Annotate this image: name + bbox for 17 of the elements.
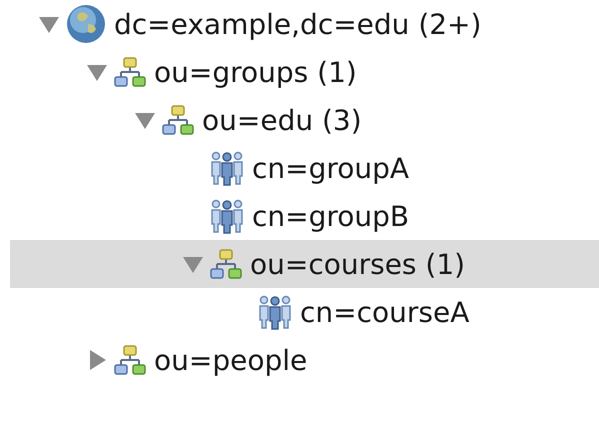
org-chart-icon: [114, 344, 146, 376]
tree-item-label[interactable]: dc=example,dc=edu (2+): [114, 8, 482, 40]
tree-item-label[interactable]: cn=groupB: [252, 200, 410, 232]
org-chart-icon: [114, 56, 146, 88]
tree-item-label[interactable]: ou=groups (1): [154, 56, 357, 88]
org-chart-icon: [162, 104, 194, 136]
people-group-icon: [210, 198, 244, 234]
tree-item-label[interactable]: cn=groupA: [252, 152, 410, 184]
tree-item-label[interactable]: ou=courses (1): [250, 248, 466, 280]
tree-item-label[interactable]: ou=edu (3): [202, 104, 362, 136]
selected-row[interactable]: ou=courses (1): [10, 240, 599, 288]
people-group-icon: [258, 294, 292, 330]
tree-item-label[interactable]: ou=people: [154, 344, 308, 376]
org-chart-icon: [210, 248, 242, 280]
tree-item-label[interactable]: cn=courseA: [300, 296, 470, 328]
globe-icon: [66, 4, 106, 44]
people-group-icon: [210, 150, 244, 186]
